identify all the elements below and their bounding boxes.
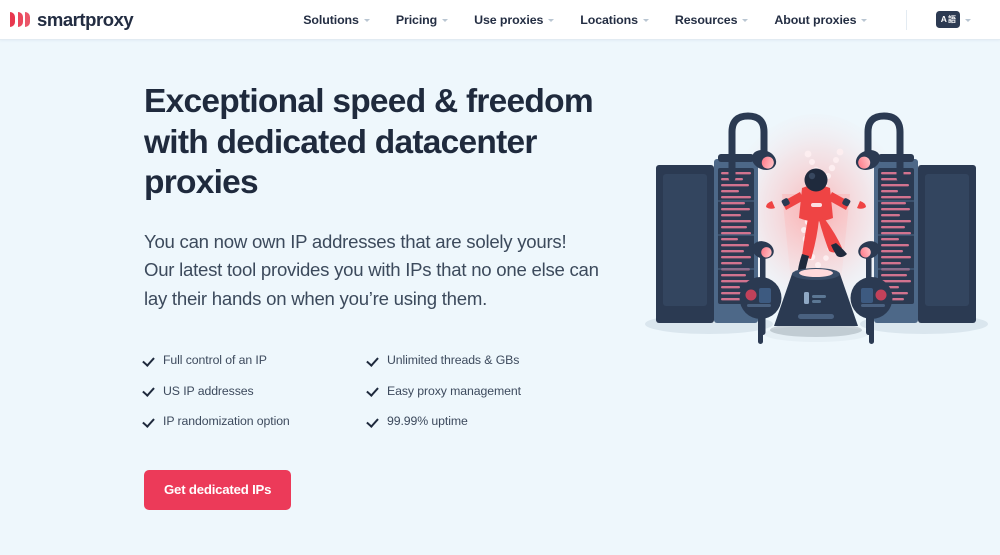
chevron-down-icon: [442, 19, 449, 22]
nav-item-label: Use proxies: [474, 12, 544, 27]
hero-description: You can now own IP addresses that are so…: [144, 230, 599, 309]
check-icon: [368, 385, 379, 396]
nav-divider: [906, 9, 908, 30]
nav-item-use-proxies[interactable]: Use proxies: [474, 12, 555, 27]
nav-item-solutions[interactable]: Solutions: [303, 13, 370, 27]
feature-label: Unlimited threads & GBs: [387, 353, 520, 367]
check-icon: [368, 355, 379, 366]
feature-label: US IP addresses: [163, 383, 254, 398]
nav-item-label: About proxies: [774, 12, 857, 27]
nav-item-label: Locations: [580, 12, 638, 27]
feature-item: Unlimited threads & GBs: [368, 353, 564, 367]
top-navigation-bar: smartproxy Solutions Pricing Use proxies…: [0, 0, 1000, 40]
feature-item: Full control of an IP: [144, 353, 368, 367]
feature-item: US IP addresses: [144, 384, 368, 398]
nav-item-label: Resources: [674, 12, 738, 27]
brand-name: smartproxy: [37, 8, 134, 30]
feature-item: 99.99% uptime: [368, 414, 564, 428]
chevron-down-icon: [861, 19, 868, 22]
translate-icon: A 語: [936, 11, 961, 28]
feature-label: IP randomization option: [163, 414, 290, 428]
language-selector[interactable]: A 語: [936, 11, 972, 28]
translate-icon-latin: A: [940, 14, 947, 25]
feature-item: Easy proxy management: [368, 384, 564, 398]
nav-item-locations[interactable]: Locations: [580, 13, 649, 27]
nav-item-resources[interactable]: Resources: [674, 12, 749, 27]
primary-nav: Solutions Pricing Use proxies Locations …: [303, 9, 972, 30]
nav-item-label: Pricing: [395, 12, 438, 27]
datacenter-servers-astronaut-illustration: [632, 102, 1000, 362]
feature-label: 99.99% uptime: [387, 414, 468, 428]
feature-list: Full control of an IP Unlimited threads …: [144, 353, 564, 428]
translate-icon-cjk: 語: [947, 14, 956, 24]
check-icon: [368, 416, 379, 427]
chevron-down-icon: [363, 19, 370, 22]
chevron-down-icon: [742, 19, 749, 22]
feature-item: IP randomization option: [144, 414, 368, 428]
nav-item-about-proxies[interactable]: About proxies: [774, 12, 868, 27]
chevron-down-icon: [642, 19, 649, 22]
hero-copy: Exceptional speed & freedom with dedicat…: [144, 82, 614, 510]
feature-label: Full control of an IP: [163, 353, 267, 367]
chevron-down-icon: [965, 19, 972, 22]
smartproxy-chevrons-icon: [10, 12, 30, 27]
get-dedicated-ips-button[interactable]: Get dedicated IPs: [144, 470, 292, 510]
nav-item-label: Solutions: [303, 12, 359, 27]
check-icon: [144, 416, 155, 427]
chevron-down-icon: [548, 19, 555, 22]
check-icon: [144, 355, 155, 366]
page-title: Exceptional speed & freedom with dedicat…: [144, 83, 594, 201]
check-icon: [144, 385, 155, 396]
nav-item-pricing[interactable]: Pricing: [395, 12, 449, 27]
brand-logo-link[interactable]: smartproxy: [10, 8, 134, 31]
hero-section: Exceptional speed & freedom with dedicat…: [0, 40, 1000, 555]
feature-label: Easy proxy management: [387, 383, 521, 398]
